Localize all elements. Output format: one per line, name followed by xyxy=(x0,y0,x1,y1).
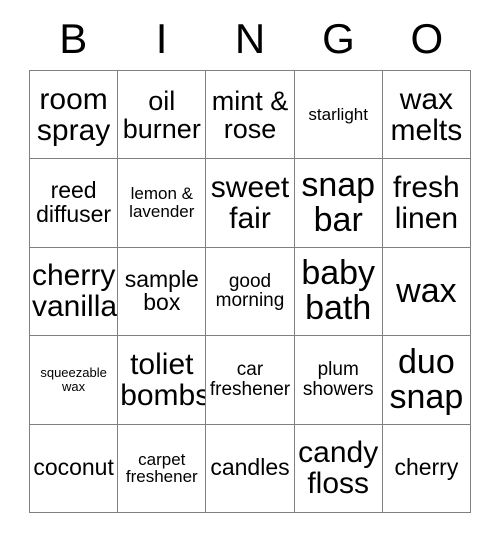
bingo-cell[interactable]: starlight xyxy=(294,71,383,160)
bingo-cell-label: baby bath xyxy=(301,254,376,328)
bingo-cell-label: coconut xyxy=(33,454,114,481)
bingo-cell-label: mint & rose xyxy=(211,85,289,144)
bingo-cell-label: reed diffuser xyxy=(36,177,112,228)
bingo-cell[interactable]: fresh linen xyxy=(382,159,471,248)
bingo-cell[interactable]: mint & rose xyxy=(206,71,295,160)
bingo-cell[interactable]: wax melts xyxy=(382,71,471,160)
bingo-header-row: B I N G O xyxy=(29,8,471,70)
bingo-cell[interactable]: wax xyxy=(382,247,471,337)
bingo-cell-label: good morning xyxy=(215,270,285,312)
header-letter-b: B xyxy=(59,15,88,62)
bingo-cell-label: fresh linen xyxy=(393,170,460,236)
bingo-cell[interactable]: room spray xyxy=(30,71,119,160)
bingo-cell-label: room spray xyxy=(36,82,111,147)
bingo-cell-label: toliet bombs xyxy=(120,347,207,412)
bingo-cell[interactable]: baby bath xyxy=(294,247,383,337)
bingo-cell-label: carpet freshener xyxy=(125,449,198,487)
bingo-cell[interactable]: candy floss xyxy=(294,424,383,513)
bingo-cell[interactable]: squeezable wax xyxy=(30,336,119,425)
bingo-cell-label: cherry vanilla xyxy=(32,259,118,324)
bingo-cell-label: duo snap xyxy=(389,342,464,416)
bingo-cell[interactable]: candles xyxy=(206,424,295,513)
bingo-grid: room spray oil burner mint & rose starli… xyxy=(29,70,471,513)
bingo-cell[interactable]: sweet fair xyxy=(206,159,295,248)
bingo-cell[interactable]: toliet bombs xyxy=(118,336,207,425)
bingo-cell-label: sample box xyxy=(124,265,199,316)
bingo-cell[interactable]: snap bar xyxy=(294,159,383,248)
bingo-cell-label: candy floss xyxy=(298,436,379,501)
bingo-cell-label: snap bar xyxy=(301,165,376,240)
header-letter-g: G xyxy=(322,15,355,62)
bingo-cell-label: squeezable wax xyxy=(40,365,107,394)
bingo-card: B I N G O room spray oil burner mint & r… xyxy=(0,0,500,544)
bingo-cell-label: car freshener xyxy=(209,359,291,400)
bingo-cell[interactable]: car freshener xyxy=(206,336,295,425)
bingo-cell[interactable]: reed diffuser xyxy=(30,159,119,248)
header-letter-o: O xyxy=(410,15,444,62)
bingo-cell[interactable]: carpet freshener xyxy=(118,424,207,513)
bingo-cell-label: starlight xyxy=(308,104,368,124)
bingo-cell[interactable]: cherry xyxy=(382,424,471,513)
header-letter-n: N xyxy=(234,15,266,62)
bingo-cell[interactable]: plum showers xyxy=(294,336,383,425)
bingo-cell-label: oil burner xyxy=(122,85,201,144)
bingo-cell-label: wax xyxy=(396,271,457,310)
bingo-cell[interactable]: cherry vanilla xyxy=(30,247,119,337)
bingo-cell-label: cherry xyxy=(394,454,459,481)
bingo-cell[interactable]: duo snap xyxy=(382,336,471,425)
bingo-cell-label: lemon & lavender xyxy=(129,184,195,222)
bingo-cell[interactable]: lemon & lavender xyxy=(118,159,207,248)
bingo-cell-label: wax melts xyxy=(390,82,463,147)
bingo-cell[interactable]: sample box xyxy=(118,247,207,337)
bingo-cell-label: candles xyxy=(210,454,290,481)
bingo-cell[interactable]: good morning xyxy=(206,247,295,337)
bingo-cell-label: plum showers xyxy=(302,359,374,400)
bingo-cell-label: sweet fair xyxy=(210,170,290,236)
header-letter-i: I xyxy=(155,15,168,62)
bingo-cell[interactable]: coconut xyxy=(30,424,119,513)
bingo-cell[interactable]: oil burner xyxy=(118,71,207,160)
